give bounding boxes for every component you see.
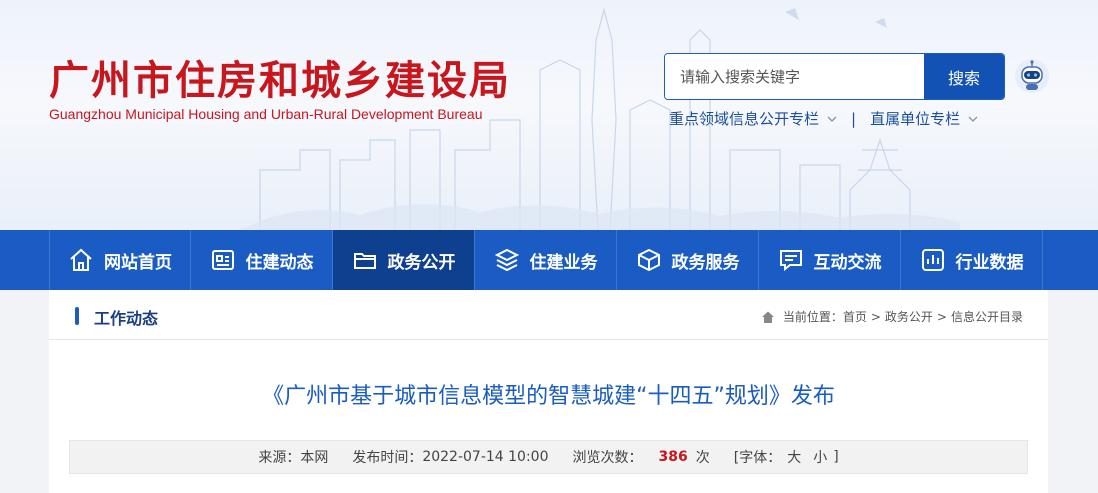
nav-label: 行业数据 (955, 252, 1024, 273)
site-title: 广州市住房和城乡建设局 (49, 58, 511, 104)
nav-label: 网站首页 (104, 252, 172, 273)
link-separator: | (851, 109, 857, 128)
source-value: 本网 (300, 450, 329, 466)
nav-label: 住建业务 (529, 252, 598, 273)
site-header: 广州市住房和城乡建设局 Guangzhou Municipal Housing … (0, 0, 1098, 230)
time-value: 2022-07-14 10:00 (422, 449, 549, 465)
nav-item-interaction[interactable]: 互动交流 (759, 230, 901, 290)
main-navigation: 网站首页 住建动态 政务公开 住建业务 政务服务 互动交流 行业数据 (0, 230, 1098, 290)
nav-label: 住建动态 (245, 252, 314, 273)
views-unit: 次 (695, 450, 710, 466)
nav-item-news[interactable]: 住建动态 (191, 230, 333, 290)
breadcrumb-government-affairs[interactable]: 政务公开 (885, 308, 933, 325)
folder-icon (353, 253, 376, 269)
quick-link-label: 重点领域信息公开专栏 (669, 110, 820, 128)
chevron-down-icon (827, 116, 837, 122)
nav-item-business[interactable]: 住建业务 (475, 230, 617, 290)
site-subtitle: Guangzhou Municipal Housing and Urban-Ru… (49, 106, 483, 122)
chevron-down-icon (968, 116, 978, 122)
section-title: 工作动态 (94, 309, 159, 328)
search-input[interactable] (665, 54, 924, 99)
nav-item-data[interactable]: 行业数据 (901, 230, 1043, 290)
breadcrumb-info-catalog[interactable]: 信息公开目录 (951, 308, 1023, 325)
chat-icon (779, 250, 802, 272)
chart-icon (921, 249, 944, 271)
breadcrumb-separator: > (870, 309, 881, 324)
views-label: 浏览次数： (572, 450, 643, 466)
article-title: 《广州市基于城市信息模型的智慧城建“十四五”规划》发布 (262, 384, 835, 409)
nav-label: 政务公开 (387, 252, 456, 273)
nav-item-home[interactable]: 网站首页 (49, 230, 191, 290)
content-panel: 工作动态 当前位置： 首页 > 政务公开 > 信息公开目录 《广州市基于城市信息… (49, 290, 1048, 493)
nav-label: 互动交流 (813, 252, 882, 273)
section-marker (75, 307, 79, 325)
nav-item-government-affairs[interactable]: 政务公开 (333, 230, 475, 290)
quick-links: 重点领域信息公开专栏 | 直属单位专栏 (669, 108, 978, 129)
quick-link-affiliated-units[interactable]: 直属单位专栏 (870, 108, 978, 129)
layers-icon (494, 248, 519, 272)
home-icon (70, 248, 92, 271)
search-box: 搜索 (664, 53, 1005, 100)
breadcrumb-prefix: 当前位置： (782, 310, 843, 324)
font-size-small-button[interactable]: 小 (813, 447, 827, 467)
font-size-large-button[interactable]: 大 (787, 447, 801, 467)
font-size-close: ] (833, 449, 839, 465)
box-icon (637, 248, 660, 272)
news-icon (211, 250, 234, 270)
quick-link-key-areas[interactable]: 重点领域信息公开专栏 (669, 108, 837, 129)
nav-label: 政务服务 (671, 252, 740, 273)
robot-assistant-icon[interactable] (1014, 58, 1050, 94)
font-size-label: [字体： (733, 450, 782, 466)
breadcrumb-separator: > (936, 309, 947, 324)
nav-item-services[interactable]: 政务服务 (617, 230, 759, 290)
section-header: 工作动态 当前位置： 首页 > 政务公开 > 信息公开目录 (49, 290, 1048, 340)
source-label: 来源： (258, 450, 301, 466)
views-count: 386 (658, 449, 688, 465)
breadcrumb: 当前位置： 首页 > 政务公开 > 信息公开目录 (761, 308, 1023, 325)
quick-link-label: 直属单位专栏 (870, 110, 961, 128)
search-button[interactable]: 搜索 (924, 54, 1004, 99)
time-label: 发布时间： (352, 450, 423, 466)
home-icon (761, 311, 774, 323)
article-meta: 来源： 本网 发布时间： 2022-07-14 10:00 浏览次数： 386 … (69, 440, 1028, 474)
breadcrumb-home[interactable]: 首页 (843, 308, 867, 325)
